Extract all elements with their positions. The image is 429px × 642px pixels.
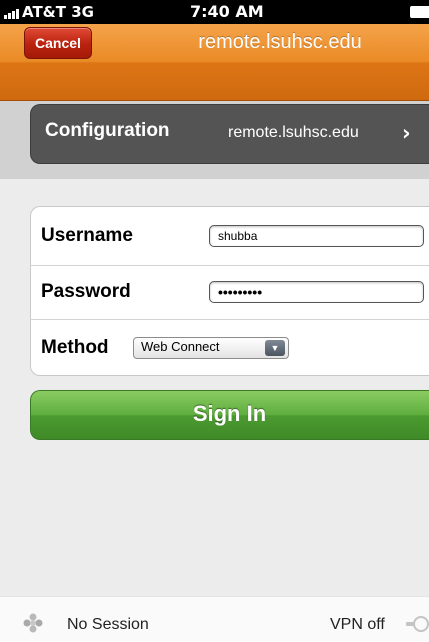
chevron-right-icon: › — [402, 121, 411, 145]
divider — [30, 265, 429, 266]
signal-icon — [4, 6, 22, 19]
dropdown-arrow-icon[interactable]: ▼ — [265, 340, 285, 356]
password-label: Password — [41, 281, 131, 302]
username-label: Username — [41, 225, 133, 246]
sign-in-label: Sign In — [192, 401, 267, 426]
method-selected-value: Web Connect — [141, 339, 220, 354]
password-field[interactable] — [209, 281, 424, 303]
status-bar: AT&T 3G 7:40 AM — [0, 0, 429, 24]
configuration-value: remote.lsuhsc.edu — [228, 124, 359, 141]
cancel-button[interactable]: Cancel — [24, 27, 92, 59]
battery-icon — [410, 6, 429, 18]
carrier-label: AT&T 3G — [22, 3, 94, 21]
vpn-status: VPN off — [330, 616, 385, 633]
session-icon — [23, 613, 43, 633]
nav-title: remote.lsuhsc.edu — [198, 31, 362, 53]
username-field[interactable] — [209, 225, 424, 247]
session-status: No Session — [67, 616, 149, 633]
vpn-plug-icon — [406, 616, 429, 632]
status-time: 7:40 AM — [190, 2, 264, 21]
method-label: Method — [41, 337, 109, 358]
divider — [30, 319, 429, 320]
configuration-label: Configuration — [45, 120, 170, 141]
